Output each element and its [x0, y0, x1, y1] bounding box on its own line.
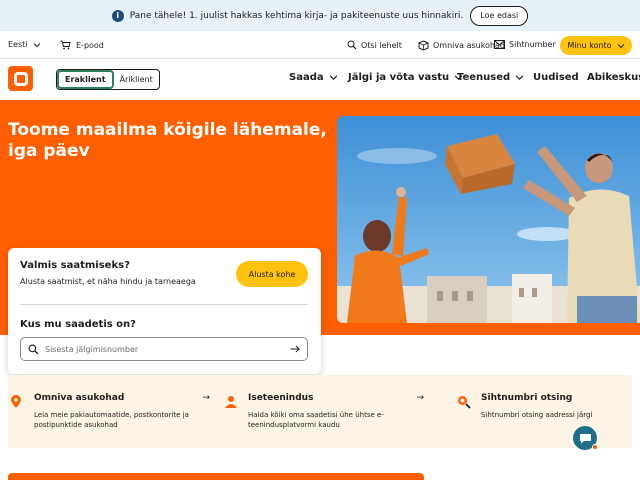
quick-link-title: Iseteenindus [248, 393, 314, 403]
magnifier-icon [458, 396, 471, 409]
envelope-icon [494, 40, 505, 49]
utility-bar: Eesti E-pood Otsi lehelt Omniva asukohad… [0, 31, 640, 59]
notice-bar: i Pane tähele! 1. juulist hakkas kehtima… [0, 0, 640, 31]
search-icon [347, 40, 357, 50]
menu-services[interactable]: Teenused [457, 72, 524, 83]
chevron-down-icon [33, 42, 40, 47]
search-link[interactable]: Otsi lehelt [347, 40, 402, 50]
segment-private[interactable]: Eraklient [57, 70, 114, 89]
chevron-down-icon [329, 75, 337, 80]
menu-send-label: Saada [289, 72, 324, 83]
person-icon [225, 396, 237, 408]
arrow-right-icon: → [202, 393, 210, 403]
menu-services-label: Teenused [457, 72, 511, 83]
quick-link-title: Sihtnumbri otsing [481, 393, 573, 403]
read-more-button[interactable]: Loe edasi [470, 5, 529, 26]
search-icon [28, 344, 39, 354]
notification-dot [592, 444, 598, 450]
language-label: Eesti [8, 40, 28, 49]
quick-link-title: Omniva asukohad [34, 393, 125, 403]
arrow-right-icon: → [416, 393, 424, 403]
postcode-link[interactable]: Sihtnumber [494, 40, 556, 49]
eshop-link[interactable]: E-pood [60, 40, 104, 50]
tracking-input[interactable]: Sisesta jälgimisnumber [20, 337, 308, 361]
menu-news[interactable]: Uudised [533, 72, 579, 83]
postcode-label: Sihtnumber [509, 40, 556, 49]
main-navigation: Eraklient Äriklient Saada Jälgi ja võta … [0, 60, 640, 100]
hero-image [337, 116, 640, 323]
menu-send[interactable]: Saada [289, 72, 338, 83]
hero-title: Toome maailma kõigile lähemale, iga päev [8, 120, 327, 161]
notice-text: Pane tähele! 1. juulist hakkas kehtima k… [129, 10, 464, 21]
tracking-title: Kus mu saadetis on? [20, 319, 136, 330]
chevron-down-icon [617, 43, 624, 48]
segment-business[interactable]: Äriklient [114, 70, 159, 89]
divider [20, 304, 308, 305]
ready-subtitle: Alusta saatmist, et näha hindu ja tarnea… [20, 277, 196, 286]
start-now-button[interactable]: Alusta kohe [236, 261, 308, 287]
quick-links: Omniva asukohad → Leia meie pakiautomaat… [8, 375, 632, 448]
chat-bubble-icon [579, 433, 591, 443]
search-label: Otsi lehelt [361, 40, 402, 50]
locations-link[interactable]: Omniva asukohad [418, 40, 505, 51]
omniva-logo[interactable] [8, 66, 33, 91]
arrow-right-icon[interactable] [290, 345, 300, 353]
ready-title: Valmis saatmiseks? [20, 260, 130, 271]
menu-news-label: Uudised [533, 72, 579, 83]
map-pin-icon [11, 395, 21, 408]
info-icon: i [111, 9, 124, 22]
quick-link-description: Halda kõiki oma saadetisi ühe ühtse e-te… [248, 411, 384, 429]
quick-link-description: Sihtnumbri otsing aadressi järgi [481, 411, 593, 419]
eshop-label: E-pood [76, 40, 104, 50]
parcel-locker-icon [418, 40, 429, 51]
menu-help[interactable]: Abikeskus [587, 72, 640, 83]
quick-link-description: Leia meie pakiautomaatide, postkontorite… [34, 411, 189, 429]
cart-icon [60, 40, 71, 50]
language-selector[interactable]: Eesti [8, 40, 41, 49]
menu-help-label: Abikeskus [587, 72, 640, 83]
my-account-label: Minu konto [567, 41, 612, 50]
customer-type-switch: Eraklient Äriklient [56, 69, 160, 90]
send-track-card: Valmis saatmiseks? Alusta saatmist, et n… [8, 248, 321, 374]
tracking-placeholder: Sisesta jälgimisnumber [45, 344, 139, 354]
chat-button[interactable] [573, 426, 598, 450]
bottom-banner-edge [8, 473, 424, 480]
chevron-down-icon [515, 75, 524, 80]
menu-track-label: Jälgi ja võta vastu [348, 72, 450, 83]
my-account-button[interactable]: Minu konto [560, 36, 632, 55]
menu-track[interactable]: Jälgi ja võta vastu [348, 72, 463, 83]
